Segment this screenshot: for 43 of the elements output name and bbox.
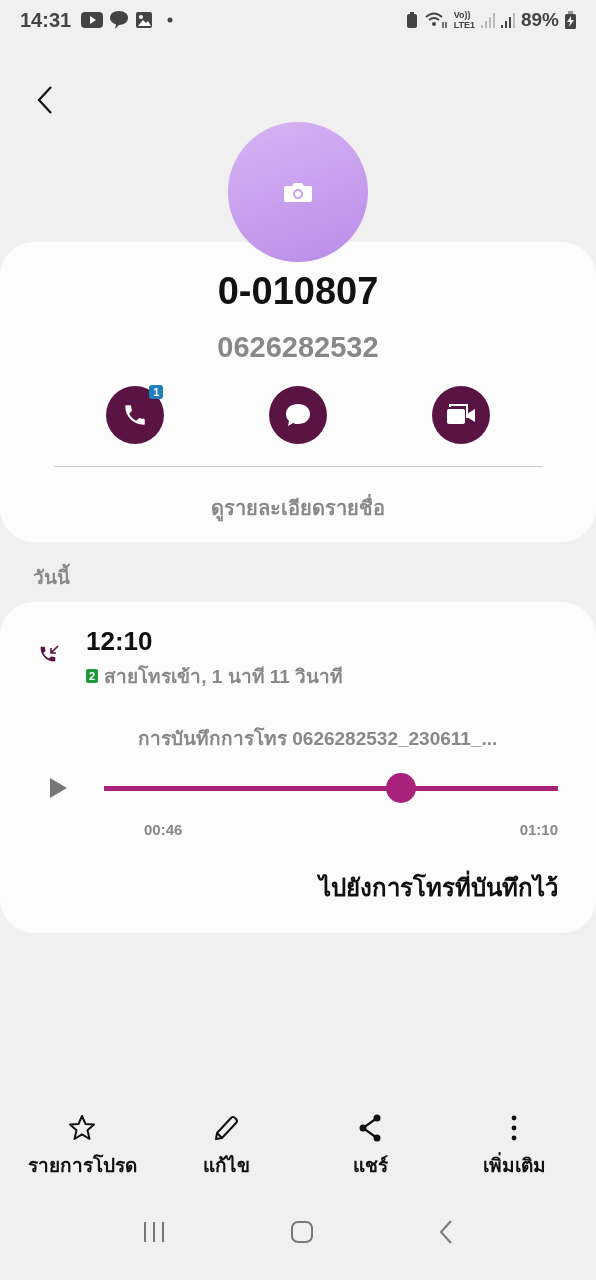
recent-apps-icon[interactable] (142, 1221, 166, 1243)
pencil-icon (212, 1114, 240, 1142)
favorites-button[interactable]: รายการโปรด (22, 1114, 142, 1180)
more-icon (510, 1114, 518, 1142)
phone-number: 0626282532 (217, 331, 379, 364)
star-icon (68, 1114, 96, 1142)
elapsed-time: 00:46 (144, 821, 183, 838)
volte-label: Vo)) (453, 10, 472, 20)
play-icon[interactable] (48, 777, 68, 799)
wifi-icon (423, 11, 448, 29)
edit-button[interactable]: แก้ไข (166, 1114, 286, 1180)
share-icon (357, 1114, 383, 1142)
back-icon[interactable] (37, 86, 53, 114)
battery-saver-icon (405, 11, 418, 29)
battery-percent: 89% (520, 9, 559, 31)
signal-icon (500, 12, 515, 28)
chat-bubble-icon (109, 10, 130, 30)
recording-title: การบันทึกการโทร 0626282532_230611_... (138, 726, 499, 751)
sim-badge: 2 (86, 669, 99, 683)
video-call-button[interactable] (431, 386, 490, 444)
call-time: 12:10 (86, 626, 154, 657)
video-app-icon (81, 12, 104, 28)
slider-thumb[interactable] (386, 773, 417, 803)
battery-charging-icon (565, 11, 576, 29)
contact-name: 0-010807 (217, 270, 379, 313)
camera-icon (283, 181, 313, 203)
section-header: วันนี้ (0, 542, 596, 602)
go-to-recordings-link[interactable]: ไปยังการโทรที่บันทึกไว้ (319, 868, 558, 907)
home-icon[interactable] (290, 1220, 314, 1244)
network-label: LTE1 (453, 20, 475, 30)
total-time: 01:10 (519, 821, 558, 838)
call-description: สายโทรเข้า, 1 นาที 11 วินาที (104, 664, 344, 689)
status-time: 14:31 (20, 8, 72, 32)
video-camera-icon (445, 404, 476, 426)
message-button[interactable] (269, 386, 327, 444)
share-button[interactable]: แชร์ (310, 1114, 430, 1180)
image-icon (135, 11, 154, 29)
chat-bubble-icon (284, 402, 312, 428)
missed-call-badge: 1 (149, 385, 164, 399)
more-button[interactable]: เพิ่มเติม (454, 1114, 574, 1180)
signal-icon (480, 12, 495, 28)
dot-icon (167, 17, 174, 23)
call-button[interactable]: 1 (106, 386, 165, 444)
